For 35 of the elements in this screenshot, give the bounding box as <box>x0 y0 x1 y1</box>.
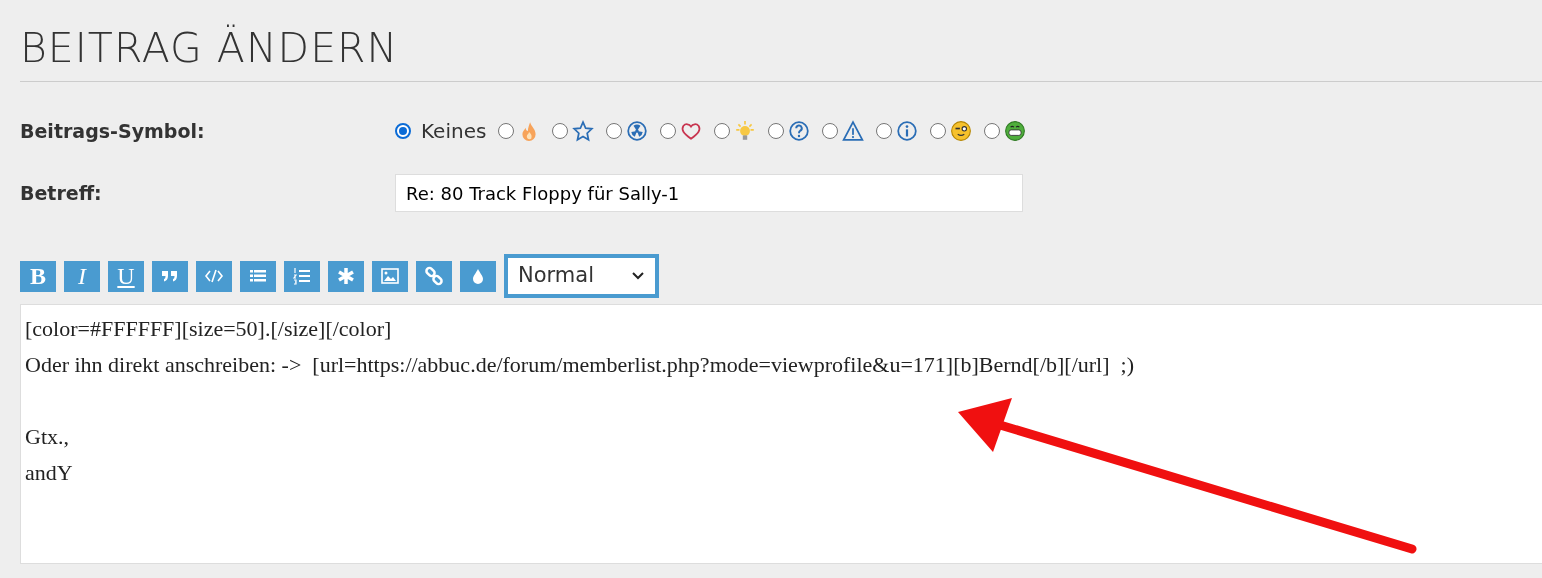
asterisk-icon[interactable] <box>328 260 364 292</box>
info-icon <box>896 120 919 142</box>
star-icon <box>572 120 595 142</box>
radio-button[interactable] <box>606 123 623 139</box>
heart-icon <box>680 120 703 142</box>
field-label: Betreff: <box>20 180 103 206</box>
radiation-icon <box>626 120 649 142</box>
quote-icon[interactable] <box>152 260 188 292</box>
radio-button[interactable] <box>498 123 515 139</box>
question-icon <box>788 120 811 142</box>
code-icon[interactable] <box>196 260 232 292</box>
radio-button[interactable] <box>768 123 785 139</box>
option-label: Keines <box>421 118 487 145</box>
size-select[interactable]: Normal <box>504 254 659 298</box>
grin-icon <box>1004 120 1027 142</box>
field-label: Beitrags-Symbol: <box>20 118 206 144</box>
smiley-icon <box>950 120 973 142</box>
radio-button[interactable] <box>984 123 1001 139</box>
radio-button[interactable] <box>714 123 731 139</box>
radio-button[interactable] <box>552 123 569 139</box>
message-field[interactable]: [color=#FFFFFF][size=50].[/size][/color] Oder ihn direkt anschreiben: -> [url=https://abbuc.de/forum/memberlist.php?mode=viewprofile&u=171][b]Bernd[/b][/url] ;) Gtx., andY <box>20 304 1542 564</box>
radio-button[interactable] <box>822 123 839 139</box>
drop-icon[interactable] <box>460 260 496 292</box>
subject-field[interactable]: Re: 80 Track Floppy für Sally-1 <box>395 174 1023 212</box>
warning-icon <box>842 120 865 142</box>
radio-button[interactable] <box>660 123 677 139</box>
image-icon[interactable] <box>372 260 408 292</box>
radio-button[interactable] <box>930 123 947 139</box>
numbered-list-icon[interactable] <box>284 260 320 292</box>
link-icon[interactable] <box>416 260 452 292</box>
caret-icon <box>631 271 645 281</box>
radio-button[interactable] <box>876 123 893 139</box>
lightbulb-icon <box>734 120 757 142</box>
radio-button[interactable] <box>395 123 411 139</box>
list-icon[interactable] <box>240 260 276 292</box>
